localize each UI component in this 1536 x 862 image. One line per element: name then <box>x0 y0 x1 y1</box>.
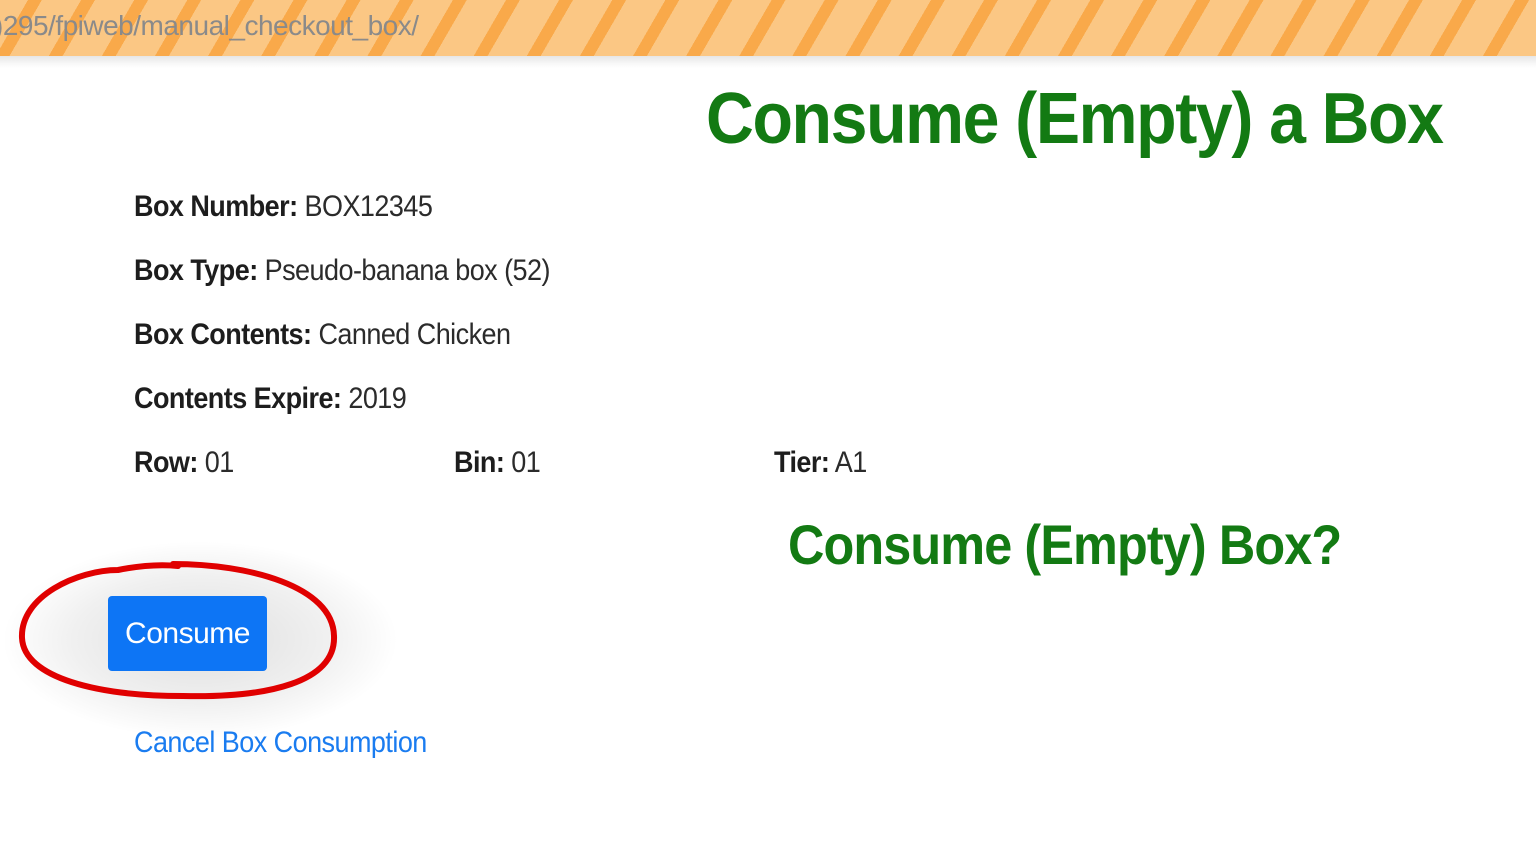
contents-expire-label: Contents Expire: <box>134 382 342 415</box>
tier-field: Tier: A1 <box>774 446 867 480</box>
box-type-label: Box Type: <box>134 254 258 287</box>
address-bar[interactable]: )295/fpiweb/manual_checkout_box/ <box>0 0 1536 56</box>
confirm-heading: Consume (Empty) Box? <box>788 513 1342 576</box>
row-value: 01 <box>197 446 234 479</box>
cancel-box-consumption-link[interactable]: Cancel Box Consumption <box>134 726 427 760</box>
tier-label: Tier: <box>774 446 830 479</box>
row-field: Row: 01 <box>134 446 234 480</box>
page-title: Consume (Empty) a Box <box>706 79 1444 159</box>
tier-value: A1 <box>829 446 867 479</box>
box-number-field: Box Number: BOX12345 <box>134 190 433 224</box>
url-text[interactable]: )295/fpiweb/manual_checkout_box/ <box>0 10 419 42</box>
bin-label: Bin: <box>454 446 505 479</box>
box-number-value: BOX12345 <box>297 190 433 223</box>
box-contents-value: Canned Chicken <box>311 318 511 351</box>
bin-value: 01 <box>504 446 541 479</box>
box-contents-label: Box Contents: <box>134 318 312 351</box>
box-type-value: Pseudo-banana box (52) <box>257 254 551 287</box>
toolbar-divider <box>0 56 1536 68</box>
consume-button[interactable]: Consume <box>108 596 267 671</box>
box-number-label: Box Number: <box>134 190 298 223</box>
box-type-field: Box Type: Pseudo-banana box (52) <box>134 254 551 288</box>
bin-field: Bin: 01 <box>454 446 541 480</box>
box-contents-field: Box Contents: Canned Chicken <box>134 318 511 352</box>
row-label: Row: <box>134 446 198 479</box>
contents-expire-value: 2019 <box>341 382 407 415</box>
contents-expire-field: Contents Expire: 2019 <box>134 382 407 416</box>
